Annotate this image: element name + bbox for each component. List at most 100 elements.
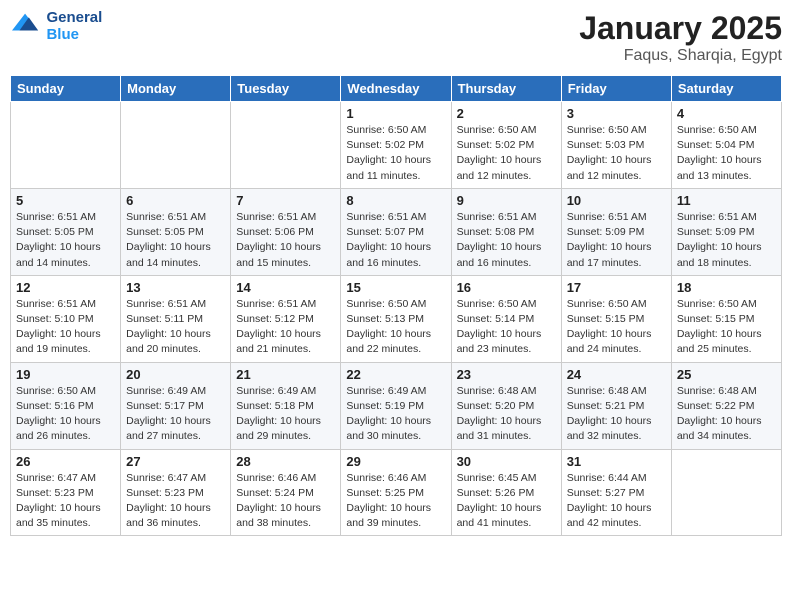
calendar-cell — [11, 102, 121, 189]
day-number: 4 — [677, 106, 776, 121]
day-number: 18 — [677, 280, 776, 295]
title-block: January 2025 Faqus, Sharqia, Egypt — [579, 10, 782, 65]
day-number: 2 — [457, 106, 556, 121]
day-info: Sunrise: 6:50 AMSunset: 5:16 PMDaylight:… — [16, 384, 115, 445]
calendar-cell — [671, 449, 781, 536]
col-tuesday: Tuesday — [231, 76, 341, 102]
day-number: 11 — [677, 193, 776, 208]
calendar-cell: 21 Sunrise: 6:49 AMSunset: 5:18 PMDayligh… — [231, 362, 341, 449]
calendar-cell: 23 Sunrise: 6:48 AMSunset: 5:20 PMDayligh… — [451, 362, 561, 449]
calendar-subtitle: Faqus, Sharqia, Egypt — [579, 47, 782, 65]
day-info: Sunrise: 6:51 AMSunset: 5:07 PMDaylight:… — [346, 210, 445, 271]
day-number: 26 — [16, 454, 115, 469]
day-number: 13 — [126, 280, 225, 295]
day-number: 10 — [567, 193, 666, 208]
day-number: 24 — [567, 367, 666, 382]
day-info: Sunrise: 6:46 AMSunset: 5:25 PMDaylight:… — [346, 471, 445, 532]
day-info: Sunrise: 6:50 AMSunset: 5:03 PMDaylight:… — [567, 123, 666, 184]
day-number: 27 — [126, 454, 225, 469]
calendar-cell: 18 Sunrise: 6:50 AMSunset: 5:15 PMDayligh… — [671, 275, 781, 362]
week-row-5: 26 Sunrise: 6:47 AMSunset: 5:23 PMDayligh… — [11, 449, 782, 536]
logo: General Blue — [10, 10, 102, 43]
col-wednesday: Wednesday — [341, 76, 451, 102]
col-friday: Friday — [561, 76, 671, 102]
col-saturday: Saturday — [671, 76, 781, 102]
calendar-cell: 31Sunrise: 6:44 AMSunset: 5:27 PMDayligh… — [561, 449, 671, 536]
calendar-header: Sunday Monday Tuesday Wednesday Thursday… — [11, 76, 782, 102]
day-info: Sunrise: 6:49 AMSunset: 5:19 PMDaylight:… — [346, 384, 445, 445]
day-number: 12 — [16, 280, 115, 295]
calendar-cell: 2 Sunrise: 6:50 AMSunset: 5:02 PMDaylight… — [451, 102, 561, 189]
calendar-cell: 10 Sunrise: 6:51 AMSunset: 5:09 PMDayligh… — [561, 188, 671, 275]
calendar-cell: 8 Sunrise: 6:51 AMSunset: 5:07 PMDaylight… — [341, 188, 451, 275]
col-monday: Monday — [121, 76, 231, 102]
week-row-1: 1 Sunrise: 6:50 AMSunset: 5:02 PMDaylight… — [11, 102, 782, 189]
header-row: Sunday Monday Tuesday Wednesday Thursday… — [11, 76, 782, 102]
logo-icon — [12, 13, 40, 33]
day-info: Sunrise: 6:50 AMSunset: 5:02 PMDaylight:… — [346, 123, 445, 184]
day-number: 14 — [236, 280, 335, 295]
day-info: Sunrise: 6:50 AMSunset: 5:02 PMDaylight:… — [457, 123, 556, 184]
day-number: 31 — [567, 454, 666, 469]
calendar-cell: 22 Sunrise: 6:49 AMSunset: 5:19 PMDayligh… — [341, 362, 451, 449]
day-info: Sunrise: 6:50 AMSunset: 5:04 PMDaylight:… — [677, 123, 776, 184]
day-info: Sunrise: 6:48 AMSunset: 5:21 PMDaylight:… — [567, 384, 666, 445]
day-number: 23 — [457, 367, 556, 382]
day-number: 21 — [236, 367, 335, 382]
calendar-cell — [121, 102, 231, 189]
day-number: 15 — [346, 280, 445, 295]
calendar-cell: 12 Sunrise: 6:51 AMSunset: 5:10 PMDayligh… — [11, 275, 121, 362]
day-number: 22 — [346, 367, 445, 382]
calendar-cell: 24 Sunrise: 6:48 AMSunset: 5:21 PMDayligh… — [561, 362, 671, 449]
day-number: 25 — [677, 367, 776, 382]
page: General Blue January 2025 Faqus, Sharqia… — [0, 0, 792, 612]
day-number: 1 — [346, 106, 445, 121]
calendar-cell: 9Sunrise: 6:51 AMSunset: 5:08 PMDaylight… — [451, 188, 561, 275]
day-info: Sunrise: 6:45 AMSunset: 5:26 PMDaylight:… — [457, 471, 556, 532]
calendar-cell: 4 Sunrise: 6:50 AMSunset: 5:04 PMDaylight… — [671, 102, 781, 189]
day-info: Sunrise: 6:51 AMSunset: 5:10 PMDaylight:… — [16, 297, 115, 358]
day-number: 29 — [346, 454, 445, 469]
calendar-cell: 25 Sunrise: 6:48 AMSunset: 5:22 PMDayligh… — [671, 362, 781, 449]
day-info: Sunrise: 6:46 AMSunset: 5:24 PMDaylight:… — [236, 471, 335, 532]
calendar-table: Sunday Monday Tuesday Wednesday Thursday… — [10, 75, 782, 536]
day-info: Sunrise: 6:51 AMSunset: 5:06 PMDaylight:… — [236, 210, 335, 271]
day-number: 20 — [126, 367, 225, 382]
calendar-cell: 3 Sunrise: 6:50 AMSunset: 5:03 PMDaylight… — [561, 102, 671, 189]
calendar-cell: 11 Sunrise: 6:51 AMSunset: 5:09 PMDayligh… — [671, 188, 781, 275]
day-info: Sunrise: 6:50 AMSunset: 5:14 PMDaylight:… — [457, 297, 556, 358]
day-info: Sunrise: 6:51 AMSunset: 5:09 PMDaylight:… — [677, 210, 776, 271]
day-number: 3 — [567, 106, 666, 121]
header: General Blue January 2025 Faqus, Sharqia… — [10, 10, 782, 65]
day-number: 7 — [236, 193, 335, 208]
calendar-cell: 19Sunrise: 6:50 AMSunset: 5:16 PMDayligh… — [11, 362, 121, 449]
day-info: Sunrise: 6:50 AMSunset: 5:15 PMDaylight:… — [567, 297, 666, 358]
week-row-3: 12 Sunrise: 6:51 AMSunset: 5:10 PMDayligh… — [11, 275, 782, 362]
calendar-cell: 26 Sunrise: 6:47 AMSunset: 5:23 PMDayligh… — [11, 449, 121, 536]
logo-general: General — [46, 10, 102, 27]
day-info: Sunrise: 6:48 AMSunset: 5:20 PMDaylight:… — [457, 384, 556, 445]
calendar-cell: 13Sunrise: 6:51 AMSunset: 5:11 PMDayligh… — [121, 275, 231, 362]
day-info: Sunrise: 6:47 AMSunset: 5:23 PMDaylight:… — [16, 471, 115, 532]
day-number: 28 — [236, 454, 335, 469]
day-number: 17 — [567, 280, 666, 295]
calendar-cell: 27 Sunrise: 6:47 AMSunset: 5:23 PMDayligh… — [121, 449, 231, 536]
day-info: Sunrise: 6:51 AMSunset: 5:05 PMDaylight:… — [16, 210, 115, 271]
calendar-cell: 29 Sunrise: 6:46 AMSunset: 5:25 PMDayligh… — [341, 449, 451, 536]
day-info: Sunrise: 6:50 AMSunset: 5:15 PMDaylight:… — [677, 297, 776, 358]
day-info: Sunrise: 6:50 AMSunset: 5:13 PMDaylight:… — [346, 297, 445, 358]
calendar-cell: 5 Sunrise: 6:51 AMSunset: 5:05 PMDaylight… — [11, 188, 121, 275]
calendar-cell: 28 Sunrise: 6:46 AMSunset: 5:24 PMDayligh… — [231, 449, 341, 536]
day-info: Sunrise: 6:51 AMSunset: 5:09 PMDaylight:… — [567, 210, 666, 271]
day-number: 5 — [16, 193, 115, 208]
day-number: 6 — [126, 193, 225, 208]
calendar-cell: 30Sunrise: 6:45 AMSunset: 5:26 PMDayligh… — [451, 449, 561, 536]
day-info: Sunrise: 6:49 AMSunset: 5:18 PMDaylight:… — [236, 384, 335, 445]
calendar-cell: 15 Sunrise: 6:50 AMSunset: 5:13 PMDayligh… — [341, 275, 451, 362]
day-number: 8 — [346, 193, 445, 208]
day-info: Sunrise: 6:51 AMSunset: 5:12 PMDaylight:… — [236, 297, 335, 358]
day-info: Sunrise: 6:48 AMSunset: 5:22 PMDaylight:… — [677, 384, 776, 445]
day-info: Sunrise: 6:47 AMSunset: 5:23 PMDaylight:… — [126, 471, 225, 532]
logo-blue: Blue — [46, 27, 102, 44]
col-thursday: Thursday — [451, 76, 561, 102]
